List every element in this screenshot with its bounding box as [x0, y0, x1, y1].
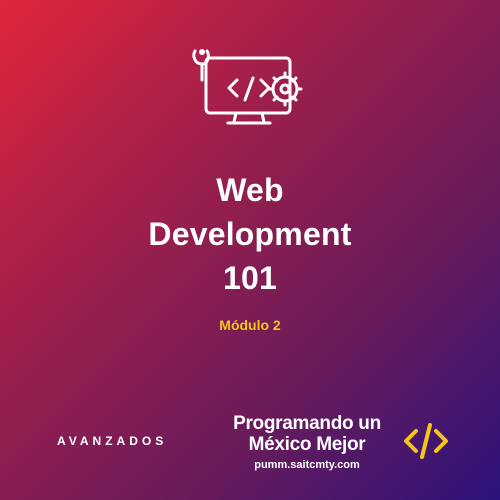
brand-name-line-2: México Mejor [248, 434, 366, 455]
monitor-code-icon [192, 49, 303, 125]
level-label: AVANZADOS [57, 434, 168, 448]
course-title-line-3: 101 [223, 260, 277, 296]
brand-name: Programando un México Mejor pumm.saitcmt… [221, 413, 393, 471]
code-brackets-icon [404, 423, 448, 459]
course-title-line-1: Web [216, 172, 284, 208]
brand-name-line-1: Programando un [233, 413, 381, 434]
course-title-line-2: Development [148, 216, 352, 252]
module-label: Módulo 2 [219, 317, 281, 333]
brand-url: pumm.saitcmty.com [254, 459, 360, 471]
course-title: Web Development 101 [0, 168, 500, 300]
course-card: Web Development 101 Módulo 2 AVANZADOS P… [0, 0, 500, 500]
